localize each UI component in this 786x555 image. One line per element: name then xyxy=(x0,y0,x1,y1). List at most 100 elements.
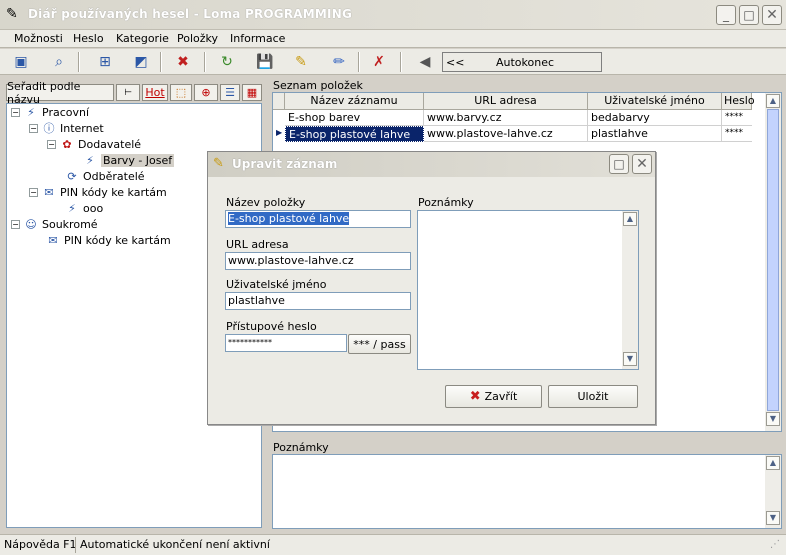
close-x-icon: ✖ xyxy=(469,389,481,404)
tree-node-pin2[interactable]: ✉ PIN kódy ke kartám xyxy=(45,233,170,247)
dialog-maximize-button[interactable]: □ xyxy=(609,154,629,174)
scroll-up-icon[interactable]: ▲ xyxy=(623,212,637,226)
new-entry-icon[interactable]: ⊞ xyxy=(94,51,116,73)
notes-scrollbar[interactable]: ▲ ▼ xyxy=(765,455,781,528)
cell-user[interactable]: plastlahve xyxy=(588,126,722,142)
dialog-icon: ✎ xyxy=(213,156,224,171)
name-field-value: E-shop plastové lahve xyxy=(228,212,350,225)
close-dialog-button[interactable]: ✖ Zavřít xyxy=(445,385,542,408)
title-bar: ✎ Diář používaných hesel - Loma PROGRAMM… xyxy=(0,0,786,30)
scroll-track[interactable] xyxy=(765,471,781,510)
tree-node-soukrome[interactable]: − ☺ Soukromé xyxy=(11,217,98,231)
cell-password[interactable]: **** xyxy=(722,126,752,142)
column-header-name[interactable]: Název záznamu xyxy=(285,93,424,110)
sort-by-name-button[interactable]: Seřadit podle názvu xyxy=(6,80,114,106)
tree-node-dodavatele[interactable]: − ✿ Dodavatelé xyxy=(47,137,141,151)
minimize-button[interactable]: _ xyxy=(716,5,736,25)
dialog-notes-scrollbar[interactable]: ▲ ▼ xyxy=(622,211,638,369)
status-info: Automatické ukončení není aktivní xyxy=(80,538,270,551)
collapse-icon[interactable]: − xyxy=(29,123,38,133)
password-toggle-button[interactable]: *** / pass xyxy=(348,334,411,354)
dialog-title-bar: ✎ Upravit záznam □ ✕ xyxy=(208,152,655,177)
menu-polozky[interactable]: Položky xyxy=(177,32,218,45)
cell-password[interactable]: **** xyxy=(722,110,752,126)
tree-node-pin1[interactable]: − ✉ PIN kódy ke kartám xyxy=(29,185,167,199)
save-dialog-button[interactable]: Uložit xyxy=(548,385,638,408)
table-icon[interactable]: ▦ xyxy=(242,84,262,101)
tree-label: Soukromé xyxy=(42,217,98,231)
menu-moznosti[interactable]: Možnosti xyxy=(14,32,63,45)
maximize-button[interactable]: □ xyxy=(739,5,759,25)
cell-name[interactable]: E-shop barev xyxy=(285,110,424,126)
network-icon: ⚡ xyxy=(27,105,35,119)
dialog-notes-textarea[interactable]: ▲ ▼ xyxy=(417,210,639,370)
cell-user[interactable]: bedabarvy xyxy=(588,110,722,126)
refresh-icon[interactable]: ↻ xyxy=(216,51,238,73)
tree-node-odberatele[interactable]: ⟳ Odběratelé xyxy=(64,169,144,183)
close-button[interactable]: ✕ xyxy=(762,5,782,25)
url-field[interactable]: www.plastove-lahve.cz xyxy=(225,252,411,270)
tree-node-internet[interactable]: − ⓘ Internet xyxy=(29,121,104,135)
password-label: Přístupové heslo xyxy=(226,320,317,333)
tree-node-pracovni[interactable]: − ⚡ Pracovní xyxy=(11,105,89,119)
scroll-up-icon[interactable]: ▲ xyxy=(766,456,780,470)
scroll-down-icon[interactable]: ▼ xyxy=(766,412,780,426)
row-pointer-icon: ▶ xyxy=(276,128,283,137)
column-indicator xyxy=(273,93,285,110)
name-field[interactable]: E-shop plastové lahve xyxy=(225,210,411,228)
open-icon[interactable]: ▣ xyxy=(10,51,32,73)
menu-heslo[interactable]: Heslo xyxy=(73,32,104,45)
cell-name[interactable]: E-shop plastové lahve xyxy=(285,126,424,142)
list-icon[interactable]: ☰ xyxy=(220,84,240,101)
delete-entry-icon[interactable]: ✖ xyxy=(172,51,194,73)
search-icon[interactable]: ⌕ xyxy=(48,51,70,73)
speaker-icon[interactable]: ◀ xyxy=(414,51,436,73)
window-title: Diář používaných hesel - Loma PROGRAMMIN… xyxy=(28,7,352,21)
scroll-thumb[interactable] xyxy=(767,109,779,411)
collapse-icon[interactable]: − xyxy=(11,219,20,229)
menu-informace[interactable]: Informace xyxy=(230,32,285,45)
url-label: URL adresa xyxy=(226,238,289,251)
key-icon[interactable]: ✎ xyxy=(290,51,312,73)
resize-grip-icon[interactable]: ⋰ xyxy=(770,539,780,550)
dialog-close-button[interactable]: ✕ xyxy=(632,154,652,174)
toolbar-separator xyxy=(78,52,80,72)
info-globe-icon: ⓘ xyxy=(43,122,55,135)
grid-icon[interactable]: ⊕ xyxy=(194,84,218,101)
edit-entry-icon[interactable]: ◩ xyxy=(130,51,152,73)
tree-view-icon[interactable]: ⊢ xyxy=(116,84,140,101)
cell-url[interactable]: www.barvy.cz xyxy=(424,110,588,126)
tree-node-ooo[interactable]: ⚡ ooo xyxy=(64,201,103,215)
tree-node-barvy[interactable]: ⚡ Barvy - Josef xyxy=(82,153,175,167)
scroll-up-icon[interactable]: ▲ xyxy=(766,94,780,108)
scroll-down-icon[interactable]: ▼ xyxy=(623,352,637,366)
notes-area[interactable]: ▲ ▼ xyxy=(272,454,782,529)
status-help: Nápověda F1 xyxy=(4,538,77,551)
hot-button[interactable]: Hot xyxy=(142,84,168,101)
cell-url[interactable]: www.plastove-lahve.cz xyxy=(424,126,588,142)
filter-icon[interactable]: ⬚ xyxy=(170,84,192,101)
autoclose-indicator[interactable]: << Autokonec xyxy=(442,52,602,72)
remove-key-icon[interactable]: ✗ xyxy=(368,51,390,73)
toolbar-separator xyxy=(160,52,162,72)
scroll-track[interactable] xyxy=(622,227,638,351)
tree-label: Pracovní xyxy=(42,105,90,119)
pencil-icon[interactable]: ✏ xyxy=(328,51,350,73)
tree-label: PIN kódy ke kartám xyxy=(60,185,167,199)
user-label: Uživatelské jméno xyxy=(226,278,327,291)
column-header-password[interactable]: Heslo xyxy=(722,93,755,110)
collapse-icon[interactable]: − xyxy=(29,187,38,197)
collapse-icon[interactable]: − xyxy=(47,139,56,149)
handshake-icon: ⟳ xyxy=(67,169,77,183)
toolbar: ▣ ⌕ ⊞ ◩ ✖ ↻ 💾 ✎ ✏ ✗ ◀ xyxy=(0,49,786,75)
save-icon[interactable]: 💾 xyxy=(254,51,276,73)
column-header-url[interactable]: URL adresa xyxy=(424,93,588,110)
user-field[interactable]: plastlahve xyxy=(225,292,411,310)
password-field[interactable]: *********** xyxy=(225,334,347,352)
collapse-icon[interactable]: − xyxy=(11,107,20,117)
autoclose-arrow: << xyxy=(446,56,465,69)
scroll-down-icon[interactable]: ▼ xyxy=(766,511,780,525)
menu-kategorie[interactable]: Kategorie xyxy=(116,32,169,45)
list-scrollbar[interactable]: ▲ ▼ xyxy=(765,93,781,431)
column-header-user[interactable]: Uživatelské jméno xyxy=(588,93,722,110)
